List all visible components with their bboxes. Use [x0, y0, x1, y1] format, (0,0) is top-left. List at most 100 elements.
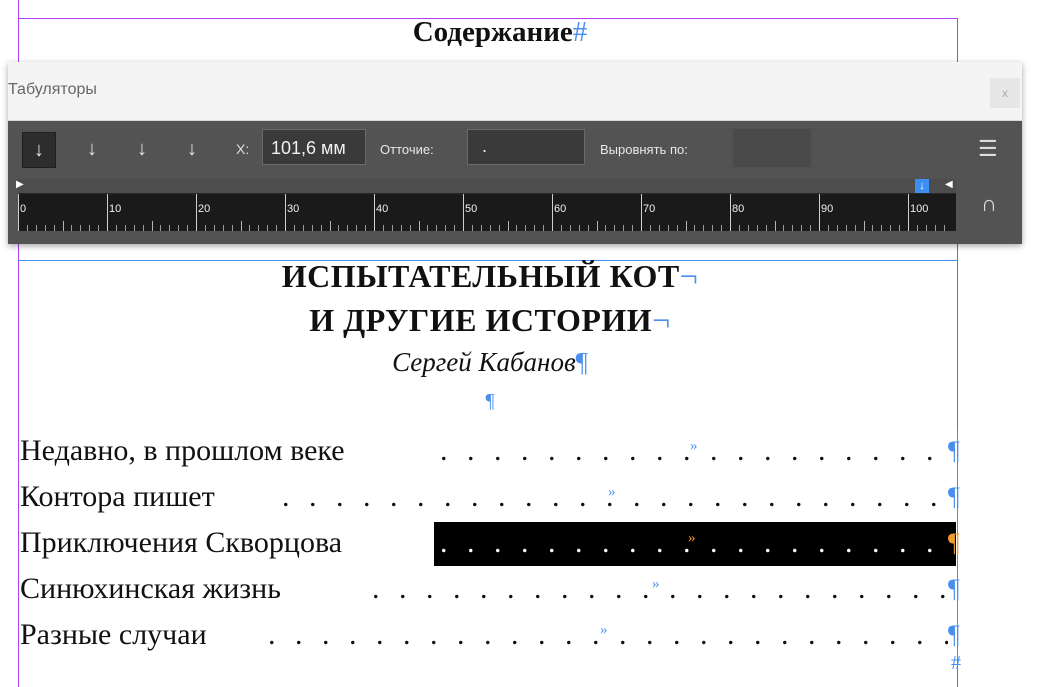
ruler-minor-tick [668, 225, 669, 231]
ruler-minor-tick [436, 225, 437, 231]
book-title-line-1[interactable]: ИСПЫТАТЕЛЬНЫЙ КОТ¬ [0, 258, 980, 295]
leader-input[interactable]: . [467, 129, 585, 165]
ruler-minor-tick [205, 225, 206, 231]
left-indent-marker[interactable]: ▶ [16, 179, 24, 190]
right-indent-marker[interactable]: ◀ [945, 179, 953, 190]
ruler-minor-tick [338, 225, 339, 231]
ruler-label: 20 [198, 203, 211, 215]
ruler-mid-tick [597, 221, 598, 231]
ruler-minor-tick [694, 225, 695, 231]
toc-entry[interactable]: . . . . . . . . . . . . . . . . . . . . … [20, 566, 980, 612]
contents-heading-text: Содержание [412, 16, 573, 48]
ruler-minor-tick [321, 225, 322, 231]
tabs-panel-title: Табуляторы [8, 81, 97, 98]
tab-stop-marker[interactable]: ↓ [915, 179, 929, 193]
ruler-minor-tick [534, 225, 535, 231]
ruler-minor-tick [134, 225, 135, 231]
toc-entry-label: Недавно, в прошлом веке [20, 434, 345, 467]
ruler-minor-tick [223, 225, 224, 231]
ruler-minor-tick [365, 225, 366, 231]
toc-entry-label: Разные случаи [20, 618, 207, 651]
tab-character-mark: » [600, 622, 608, 638]
x-position-input[interactable]: 101,6 мм [262, 129, 366, 165]
forced-line-break-mark: ¬ [679, 258, 699, 294]
ruler-label: 60 [554, 203, 567, 215]
toc-entry-label: Синюхинская жизнь [20, 572, 281, 605]
ruler-minor-tick [303, 225, 304, 231]
tab-character-mark: » [652, 576, 660, 592]
tabs-panel: Табуляторы x ↓ ↓ ↓ ↓ X: 101,6 мм Отточие… [8, 62, 1022, 244]
author-line[interactable]: Сергей Кабанов¶ [0, 347, 980, 378]
ruler-minor-tick [712, 225, 713, 231]
align-on-input[interactable] [733, 129, 811, 167]
leader-label: Отточие: [380, 142, 434, 157]
ruler-minor-tick [499, 225, 500, 231]
ruler-minor-tick [846, 225, 847, 231]
ruler-major-tick [107, 194, 108, 231]
ruler-label: 30 [287, 203, 300, 215]
ruler-minor-tick [855, 225, 856, 231]
ruler-mid-tick [775, 221, 776, 231]
ruler-label: 80 [732, 203, 745, 215]
right-justified-tab-button[interactable]: ↓ [126, 132, 158, 166]
toc-entry-label: Приключения Скворцова [20, 526, 343, 559]
magnet-icon[interactable]: ∩ [981, 191, 997, 217]
ruler-label: 50 [465, 203, 478, 215]
toc-entry-label: Контора пишет [20, 480, 215, 513]
tabs-panel-titlebar[interactable]: Табуляторы x [8, 62, 1022, 121]
paragraph-mark: ¶ [948, 574, 960, 603]
ruler-minor-tick [650, 225, 651, 231]
paragraph-mark: ¶ [575, 347, 588, 377]
left-justified-tab-button[interactable]: ↓ [22, 132, 56, 168]
ruler-minor-tick [579, 225, 580, 231]
tab-ruler[interactable]: ▶ ◀ ↓ 0 10 20 30 40 50 60 70 80 90 100 [16, 179, 956, 231]
toc-entry-selected[interactable]: . . . . . . . . . . . . . . . . . . . . … [20, 520, 980, 566]
ruler-minor-tick [561, 225, 562, 231]
ruler-minor-tick [926, 225, 927, 231]
ruler-minor-tick [810, 225, 811, 231]
ruler-minor-tick [490, 225, 491, 231]
ruler-minor-tick [757, 225, 758, 231]
ruler-minor-tick [792, 225, 793, 231]
ruler-minor-tick [543, 225, 544, 231]
ruler-minor-tick [410, 225, 411, 231]
ruler-minor-tick [703, 225, 704, 231]
ruler-minor-tick [445, 225, 446, 231]
ruler-minor-tick [748, 225, 749, 231]
decimal-tab-icon: ↓ [187, 138, 197, 160]
decimal-tab-button[interactable]: ↓ [176, 132, 208, 166]
ruler-minor-tick [312, 225, 313, 231]
ruler-label: 10 [109, 203, 122, 215]
ruler-major-tick [374, 194, 375, 231]
ruler-mid-tick [63, 221, 64, 231]
toc-entry[interactable]: . . . . . . . . . . . . . . . . . . . . … [20, 474, 980, 520]
dot-leader: . . . . . . . . . . . . . . . . . . . . … [268, 618, 948, 651]
contents-heading[interactable]: Содержание# [0, 16, 1000, 49]
toc-entry[interactable]: . . . . . . . . . . . . . . . . . . . . … [20, 428, 980, 474]
ruler-minor-tick [739, 225, 740, 231]
dot-leader: . . . . . . . . . . . . . . . . . . . . … [372, 572, 948, 605]
ruler-minor-tick [232, 225, 233, 231]
ruler-minor-tick [632, 225, 633, 231]
tab-stop-strip[interactable] [18, 179, 956, 194]
ruler-minor-tick [801, 225, 802, 231]
ruler-minor-tick [872, 225, 873, 231]
hamburger-icon[interactable]: ☰ [978, 136, 998, 162]
ruler-mid-tick [864, 221, 865, 231]
tab-character-mark: » [690, 438, 698, 454]
ruler-minor-tick [45, 225, 46, 231]
empty-paragraph-mark: ¶ [485, 390, 495, 412]
ruler-label: 100 [910, 203, 929, 215]
ruler-label: 0 [20, 203, 27, 215]
book-title-line-2[interactable]: И ДРУГИЕ ИСТОРИИ¬ [0, 302, 980, 339]
center-justified-tab-button[interactable]: ↓ [76, 132, 108, 166]
ruler-major-tick [285, 194, 286, 231]
ruler-minor-tick [125, 225, 126, 231]
ruler-major-tick [819, 194, 820, 231]
ruler-minor-tick [659, 225, 660, 231]
ruler-minor-tick [516, 225, 517, 231]
toc-entry[interactable]: . . . . . . . . . . . . . . . . . . . . … [20, 612, 980, 658]
paragraph-mark: ¶ [948, 528, 960, 557]
ruler-minor-tick [71, 225, 72, 231]
close-button[interactable]: x [990, 78, 1020, 108]
